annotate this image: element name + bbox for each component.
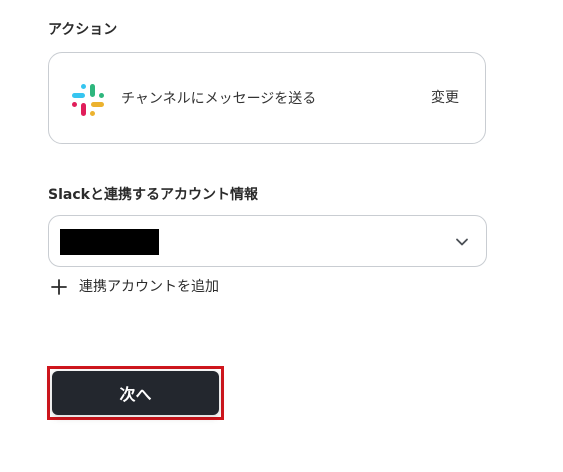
add-account-label: 連携アカウントを追加 <box>79 279 219 295</box>
plus-icon <box>50 278 68 296</box>
slack-icon <box>71 83 105 117</box>
action-title: チャンネルにメッセージを送る <box>121 91 317 107</box>
change-action-button[interactable]: 変更 <box>431 88 459 108</box>
chevron-down-icon <box>455 234 469 248</box>
next-button[interactable]: 次へ <box>52 371 219 415</box>
account-section-label: Slackと連携するアカウント情報 <box>48 187 258 203</box>
action-card: チャンネルにメッセージを送る 変更 <box>48 52 486 144</box>
action-section-label: アクション <box>48 22 118 38</box>
redacted-account-value <box>60 229 159 255</box>
account-select[interactable] <box>48 215 487 267</box>
add-account-link[interactable]: 連携アカウントを追加 <box>50 276 219 298</box>
